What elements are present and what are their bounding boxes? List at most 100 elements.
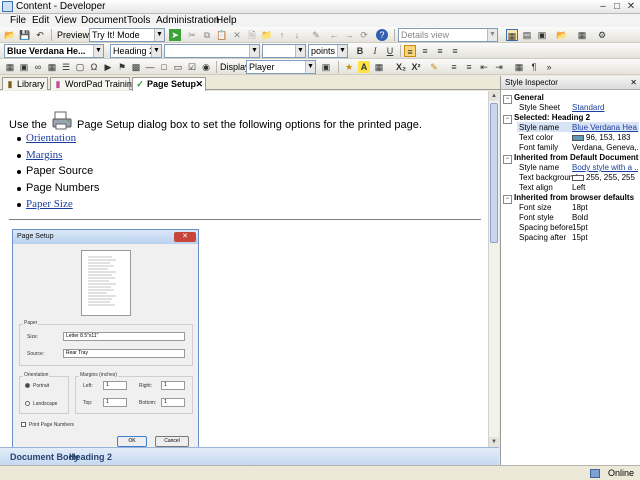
- page-numbers-checkbox: [21, 422, 26, 427]
- cut-icon[interactable]: ✂: [186, 29, 198, 41]
- subscript-button[interactable]: X₂: [395, 61, 407, 73]
- maximize-button[interactable]: □: [610, 1, 624, 13]
- media-icon[interactable]: ▶: [102, 61, 114, 73]
- menu-administration[interactable]: Administration: [156, 14, 219, 27]
- indent-icon[interactable]: ⇥: [493, 61, 505, 73]
- toolbar-options-icon[interactable]: ▦: [576, 29, 588, 41]
- underline-button[interactable]: U: [384, 45, 396, 57]
- tab-close-icon[interactable]: ✕: [195, 78, 203, 90]
- layout-icon-2[interactable]: ▤: [521, 29, 533, 41]
- menu-edit[interactable]: Edit: [32, 14, 49, 27]
- button-icon[interactable]: ▭: [172, 61, 184, 73]
- style-sheet-link[interactable]: Standard: [572, 103, 638, 112]
- breadcrumb-heading-2[interactable]: Heading 2: [69, 448, 112, 466]
- copy-icon[interactable]: ⧉: [201, 29, 213, 41]
- folder-icon[interactable]: 📁: [261, 29, 273, 41]
- overflow-icon[interactable]: »: [543, 61, 555, 73]
- tab-page-setup[interactable]: ✓ Page Setup ✕: [132, 77, 206, 91]
- go-arrow-icon[interactable]: ➤: [169, 29, 181, 41]
- open-folder-icon[interactable]: 📂: [4, 29, 16, 41]
- italic-button[interactable]: I: [369, 45, 381, 57]
- list-item[interactable]: Margins: [16, 149, 62, 161]
- table-icon[interactable]: ▦: [4, 61, 16, 73]
- menu-file[interactable]: File: [10, 14, 26, 27]
- bookmark-icon[interactable]: ⚑: [116, 61, 128, 73]
- layout-icon-3[interactable]: ▣: [536, 29, 548, 41]
- chevron-down-icon: ▼: [249, 45, 259, 57]
- clear-format-icon[interactable]: ▦: [373, 61, 385, 73]
- bold-button[interactable]: B: [354, 45, 366, 57]
- new-doc-icon[interactable]: 🗎: [246, 29, 258, 41]
- help-icon[interactable]: ?: [376, 29, 388, 41]
- menu-help[interactable]: Help: [216, 14, 237, 27]
- document-editor[interactable]: Use the Page Setup dialog box to set the…: [0, 91, 488, 447]
- highlight-icon[interactable]: A: [358, 61, 370, 73]
- hr-icon[interactable]: —: [144, 61, 156, 73]
- paste-icon[interactable]: 📋: [216, 29, 228, 41]
- vertical-scrollbar[interactable]: ▲ ▼: [488, 91, 499, 447]
- frame-icon[interactable]: ▢: [74, 61, 86, 73]
- preview-icon[interactable]: ▣: [320, 61, 332, 73]
- menu-view[interactable]: View: [55, 14, 77, 27]
- chevron-down-icon: ▼: [151, 45, 161, 57]
- settings-icon[interactable]: ⚙: [596, 29, 608, 41]
- list-item[interactable]: Orientation: [16, 132, 76, 144]
- radio-icon[interactable]: ◉: [200, 61, 212, 73]
- save-icon[interactable]: 💾: [19, 29, 31, 41]
- forward-icon[interactable]: →: [343, 29, 355, 41]
- omega-icon[interactable]: Ω: [88, 61, 100, 73]
- outdent-icon[interactable]: ⇤: [478, 61, 490, 73]
- font-select[interactable]: ▼: [164, 44, 260, 58]
- delete-icon[interactable]: ✕: [231, 29, 243, 41]
- align-center-icon[interactable]: ≡: [419, 45, 431, 57]
- list-item[interactable]: Paper Size: [17, 198, 73, 210]
- intro-paragraph: Use the Page Setup dialog box to set the…: [9, 111, 422, 131]
- justify-icon[interactable]: ≡: [449, 45, 461, 57]
- table-insert-icon[interactable]: ▦: [513, 61, 525, 73]
- style-name-link[interactable]: Blue Verdana Hea...: [572, 123, 638, 132]
- minimize-button[interactable]: –: [596, 1, 610, 13]
- refresh-icon[interactable]: ⟳: [358, 29, 370, 41]
- bulleted-list-icon[interactable]: ≡: [463, 61, 475, 73]
- move-down-icon[interactable]: ↓: [291, 29, 303, 41]
- eraser-icon[interactable]: ✎: [428, 61, 440, 73]
- folder-open-icon[interactable]: 📂: [556, 29, 568, 41]
- back-icon[interactable]: ←: [328, 29, 340, 41]
- menu-tools[interactable]: Tools: [127, 14, 150, 27]
- field-icon[interactable]: ▩: [130, 61, 142, 73]
- checkbox-icon[interactable]: ☑: [186, 61, 198, 73]
- image-icon[interactable]: ▣: [18, 61, 30, 73]
- align-left-icon[interactable]: ≡: [404, 45, 416, 57]
- special-char-icon[interactable]: ¶: [528, 61, 540, 73]
- link-icon[interactable]: ∞: [32, 61, 44, 73]
- orientation-label: Orientation: [23, 372, 50, 378]
- undo-icon[interactable]: ↶: [34, 29, 46, 41]
- move-up-icon[interactable]: ↑: [276, 29, 288, 41]
- style-icon[interactable]: ★: [343, 61, 355, 73]
- size-select[interactable]: ▼: [262, 44, 306, 58]
- scroll-up-icon[interactable]: ▲: [489, 91, 499, 101]
- rename-icon[interactable]: ✎: [310, 29, 322, 41]
- close-icon[interactable]: ✕: [630, 76, 637, 90]
- align-right-icon[interactable]: ≡: [434, 45, 446, 57]
- tab-library[interactable]: ▮ Library: [2, 77, 48, 90]
- scroll-thumb[interactable]: [490, 103, 498, 243]
- preview-mode-select[interactable]: Try It! Mode ▼: [89, 28, 165, 42]
- view-mode-select[interactable]: Details view ▼: [398, 28, 498, 42]
- source-select: Rear Tray: [63, 349, 185, 358]
- scroll-down-icon[interactable]: ▼: [489, 437, 499, 447]
- grid-icon[interactable]: ▦: [46, 61, 58, 73]
- list-icon[interactable]: ☰: [60, 61, 72, 73]
- style-name-2-link[interactable]: Body style with a ...: [572, 163, 638, 172]
- text-box-icon[interactable]: □: [158, 61, 170, 73]
- superscript-button[interactable]: X²: [410, 61, 422, 73]
- menu-document[interactable]: Document: [81, 14, 127, 27]
- tab-wordpad-training[interactable]: ▮ WordPad Training: [50, 77, 137, 90]
- style-select[interactable]: Blue Verdana He... ▼: [4, 44, 104, 58]
- close-button[interactable]: ✕: [624, 1, 638, 13]
- display-select[interactable]: Player ▼: [246, 60, 316, 74]
- heading-select[interactable]: Heading 2 ▼: [110, 44, 162, 58]
- unit-select[interactable]: points ▼: [308, 44, 348, 58]
- layout-icon-1[interactable]: ▦: [506, 29, 518, 41]
- numbered-list-icon[interactable]: ≡: [448, 61, 460, 73]
